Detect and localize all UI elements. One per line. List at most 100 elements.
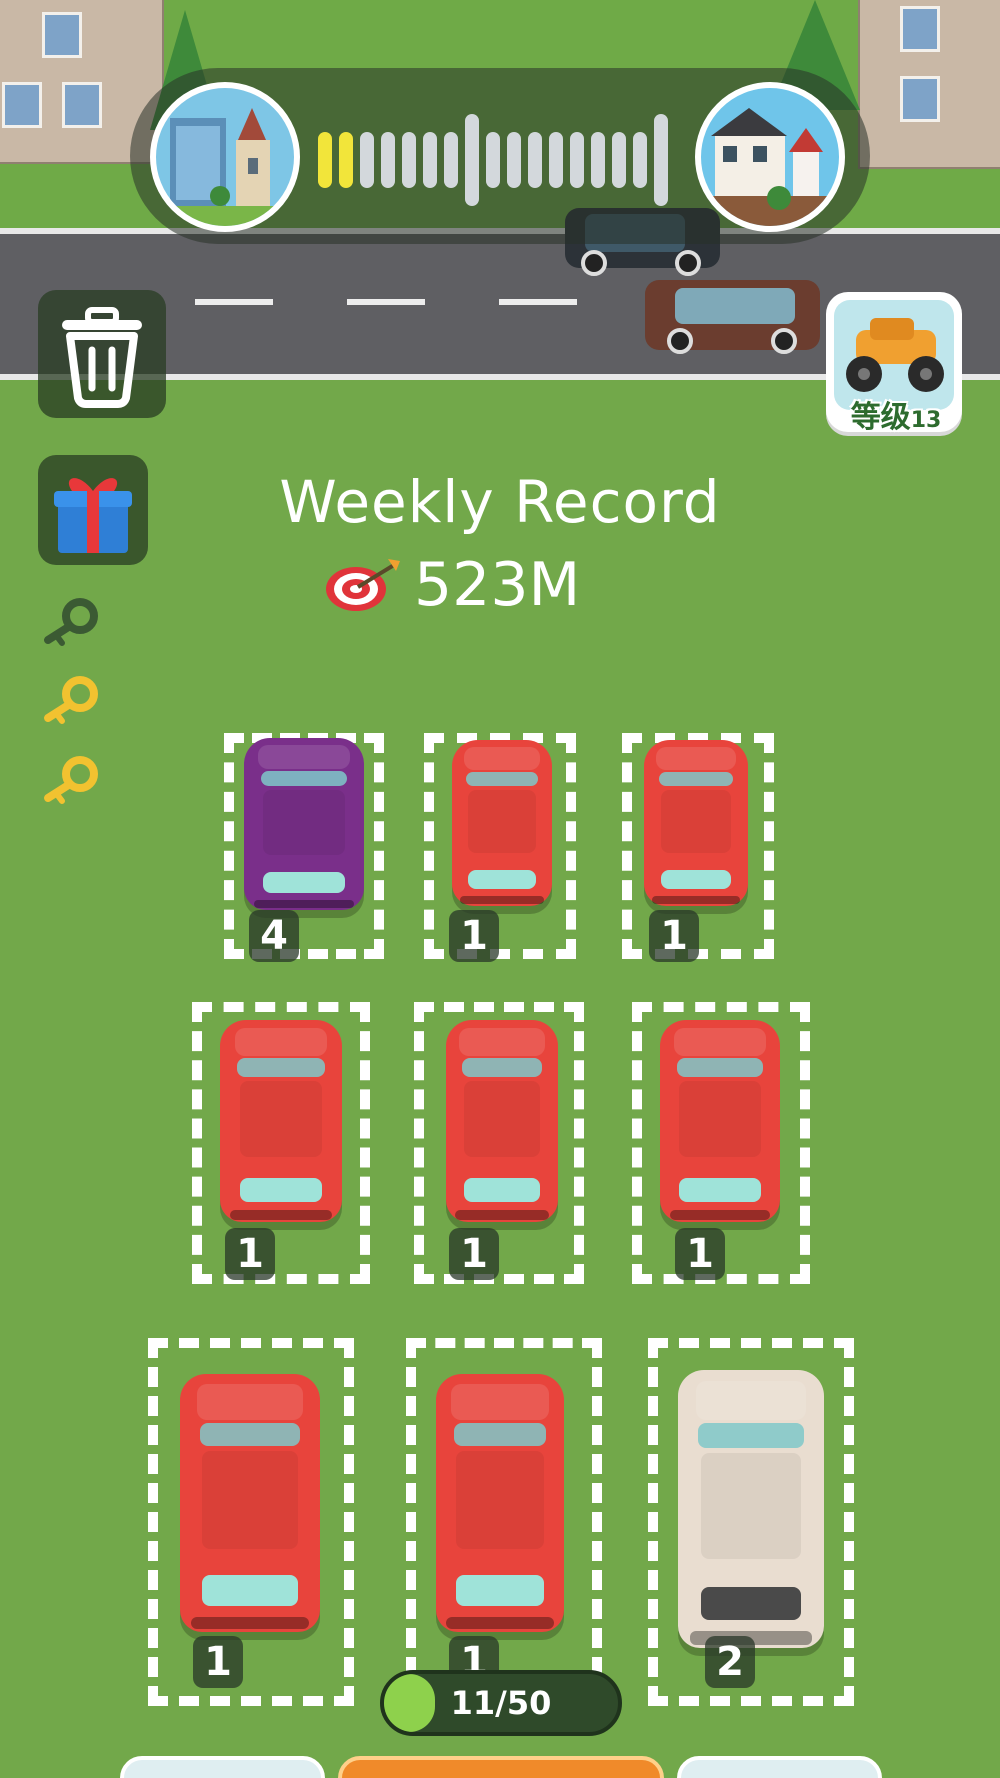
car-roof-panel [660,789,732,853]
car-windshield [676,1058,764,1077]
lane-dash [499,299,577,305]
car-suv[interactable] [436,1374,564,1632]
key-icon [40,598,100,646]
progress-tick [570,132,584,188]
lane-dash [195,299,273,305]
car-windshield [199,1423,301,1447]
car-bumper [253,899,355,909]
capacity-text: 11/50 [450,1684,552,1722]
trash-button[interactable] [38,290,166,418]
car-roof-panel [468,789,536,853]
level-prefix: 等级 [850,400,911,435]
car-level-label: 2 [705,1636,755,1688]
car-bumper [446,1616,554,1630]
car-rear [463,1177,541,1202]
city-skyline-icon [150,82,300,232]
key-icon [40,756,100,804]
car-level-label: 1 [449,910,499,962]
parking-capacity-counter: 11/50 [380,1670,622,1736]
progress-tick [360,132,374,188]
car-level-label: 1 [675,1228,725,1280]
car-level-label: 1 [225,1228,275,1280]
progress-ticks [318,114,680,206]
progress-tick [507,132,521,188]
car-hood [464,746,540,770]
window [2,82,42,128]
bottom-button-center[interactable] [338,1756,664,1778]
level-number: 13 [910,408,942,433]
car-hood [196,1384,304,1421]
car-hood [674,1028,766,1057]
car-level-label: 4 [249,910,299,962]
car-sedan[interactable] [678,1370,824,1648]
car-roof-panel [456,1451,544,1550]
car-roof-panel [202,1451,298,1550]
car-suv[interactable] [660,1020,780,1222]
bottom-button-left[interactable] [120,1756,325,1778]
car-windshield [461,1058,543,1077]
lane-dash [347,299,425,305]
progress-tick [381,132,395,188]
car-roof-panel [463,1080,541,1158]
progress-tick [465,114,479,206]
car-hood [656,746,736,770]
bottom-button-right[interactable] [677,1756,882,1778]
car-suv[interactable] [180,1374,320,1632]
car-rear [239,1177,323,1202]
car-rear [660,869,732,890]
weekly-record-row: 523M [322,548,580,622]
car-windshield [466,771,538,787]
progress-tick [549,132,563,188]
progress-tick [402,132,416,188]
level-badge[interactable]: 等级13 [826,292,962,435]
progress-tick [444,132,458,188]
window [900,76,940,122]
weekly-record-title: Weekly Record [279,468,721,536]
target-icon [322,555,400,615]
car-rear [263,872,345,893]
car-windshield [453,1423,547,1447]
key-icon [40,676,100,724]
window [900,6,940,52]
progress-tick [528,132,542,188]
car-hood [451,1384,549,1421]
car-bumper [669,1209,771,1220]
game-scene: 等级13 Weekly Record 523M 411111112 11/50 [0,0,1000,1778]
car-roof-panel [239,1080,323,1158]
car-bumper [652,896,740,905]
car-rear [679,1177,761,1202]
progress-tick [591,132,605,188]
car-windshield [237,1058,325,1077]
car-rear [456,1575,544,1607]
car-suv[interactable] [452,740,552,906]
building-right [858,0,1000,169]
car-hood [234,1028,328,1057]
car-hood [695,1381,807,1421]
car-suv[interactable] [220,1020,342,1222]
progress-tick [654,114,668,206]
car-level-label: 1 [449,1228,499,1280]
car-roof-panel [263,789,345,855]
car-windshield [658,771,734,787]
car-windshield [260,770,348,787]
progress-tick [423,132,437,188]
weekly-record-value: 523M [414,550,581,620]
car-rear [202,1575,298,1607]
progress-tick [486,132,500,188]
car-bumper [191,1616,309,1630]
car-suv[interactable] [446,1020,558,1222]
car-windshield [698,1422,804,1448]
car-bumper [460,896,544,905]
window [42,12,82,58]
car-sports[interactable] [244,738,364,910]
car-suv[interactable] [644,740,748,906]
progress-tick [612,132,626,188]
window [62,82,102,128]
road-car-brown [645,280,820,354]
trash-can-icon [62,307,142,408]
car-rear [468,869,536,890]
car-hood [258,744,350,769]
car-roof-panel [679,1080,761,1158]
car-hood [459,1028,545,1057]
village-house-icon [695,82,845,232]
